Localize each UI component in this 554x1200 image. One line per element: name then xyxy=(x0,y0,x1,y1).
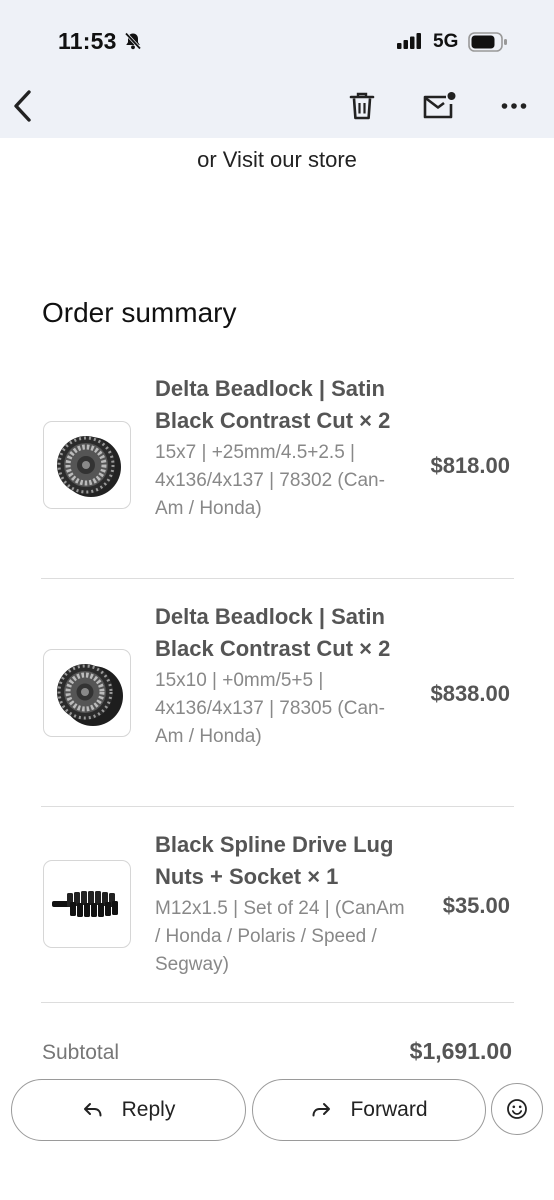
divider xyxy=(41,1002,514,1003)
item-price: $818.00 xyxy=(430,453,510,478)
reply-label: Reply xyxy=(121,1098,176,1121)
lug-nuts-icon xyxy=(52,891,118,917)
mail-dot-icon xyxy=(423,92,456,119)
back-button[interactable] xyxy=(6,84,40,128)
order-item: Black Spline Drive Lug Nuts + Socket × 1… xyxy=(42,829,514,989)
order-summary-title: Order summary xyxy=(42,297,237,328)
beadlock-wheel-icon xyxy=(57,664,123,726)
order-item: Delta Beadlock | Satin Black Contrast Cu… xyxy=(42,373,514,563)
product-image xyxy=(43,649,131,737)
subtotal-label: Subtotal xyxy=(42,1041,120,1064)
item-name: Black Spline Drive Lug Nuts + Socket × 1 xyxy=(155,832,394,889)
mark-unread-button[interactable] xyxy=(418,86,460,126)
reply-actions-bar: Reply Forward xyxy=(0,1074,554,1200)
emoji-reaction-button[interactable] xyxy=(491,1083,543,1135)
item-specs: 15x10 | +0mm/5+5 | 4x136/4x137 | 78305 (… xyxy=(155,670,385,747)
status-bar: 11:53 5G xyxy=(0,0,554,74)
item-specs: M12x1.5 | Set of 24 | (CanAm / Honda / P… xyxy=(155,898,405,975)
reply-button[interactable]: Reply xyxy=(11,1079,246,1141)
forward-arrow-icon xyxy=(312,1103,331,1117)
smiley-icon xyxy=(507,1099,527,1119)
item-name: Delta Beadlock | Satin Black Contrast Cu… xyxy=(155,376,391,433)
network-type: 5G xyxy=(433,31,459,52)
product-image xyxy=(43,421,131,509)
visit-store-link[interactable]: or Visit our store xyxy=(0,147,554,173)
item-price: $35.00 xyxy=(442,893,510,918)
silent-bell-icon xyxy=(123,31,143,56)
product-image xyxy=(43,860,131,948)
beadlock-wheel-icon xyxy=(57,436,121,497)
item-name: Delta Beadlock | Satin Black Contrast Cu… xyxy=(155,604,391,661)
forward-label: Forward xyxy=(350,1098,428,1121)
email-toolbar xyxy=(0,74,554,138)
chevron-left-icon xyxy=(14,90,31,122)
divider xyxy=(41,578,514,579)
battery-icon xyxy=(468,31,510,58)
delete-button[interactable] xyxy=(344,86,380,126)
forward-button[interactable]: Forward xyxy=(252,1079,486,1141)
trash-icon xyxy=(349,92,375,120)
status-time: 11:53 xyxy=(58,28,117,54)
order-item: Delta Beadlock | Satin Black Contrast Cu… xyxy=(42,601,514,791)
item-specs: 15x7 | +25mm/4.5+2.5 | 4x136/4x137 | 783… xyxy=(155,442,385,519)
item-price: $838.00 xyxy=(430,681,510,706)
more-options-button[interactable] xyxy=(496,86,532,126)
cellular-signal-icon xyxy=(397,33,423,54)
reply-arrow-icon xyxy=(83,1103,102,1117)
subtotal-value: $1,691.00 xyxy=(409,1038,512,1064)
divider xyxy=(41,806,514,807)
more-horizontal-icon xyxy=(501,103,527,109)
